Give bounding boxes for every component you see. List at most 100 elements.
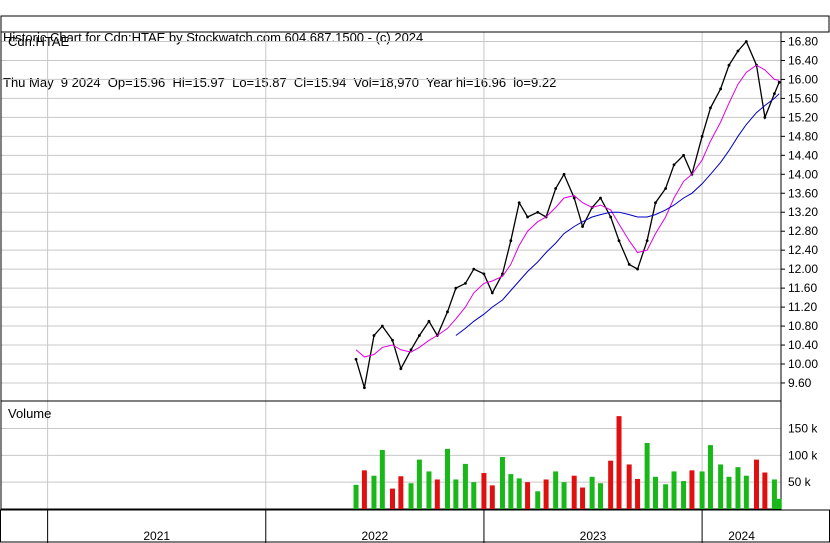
volume-bar bbox=[389, 488, 395, 509]
volume-bar bbox=[489, 485, 495, 509]
volume-bar bbox=[453, 479, 459, 509]
price-tick-label: 10.00 bbox=[788, 357, 818, 371]
volume-label: Volume bbox=[8, 406, 51, 421]
volume-bar bbox=[462, 463, 468, 509]
volume-bar bbox=[699, 471, 705, 509]
price-point bbox=[627, 263, 631, 266]
volume-bar bbox=[553, 471, 559, 509]
price-tick-label: 11.60 bbox=[788, 281, 817, 295]
volume-bar bbox=[416, 459, 422, 509]
year-label: 2024 bbox=[728, 529, 755, 543]
price-point bbox=[454, 286, 458, 290]
volume-bar bbox=[571, 475, 577, 509]
volume-bar bbox=[663, 484, 669, 509]
price-point bbox=[446, 310, 449, 314]
volume-bar bbox=[408, 483, 414, 509]
price-point bbox=[562, 172, 566, 176]
price-point bbox=[672, 163, 676, 167]
volume-bar bbox=[471, 482, 477, 509]
volume-bar bbox=[353, 484, 359, 509]
price-point bbox=[427, 319, 431, 323]
volume-bar bbox=[681, 481, 687, 509]
long-moving-average-line bbox=[455, 93, 780, 336]
volume-panel bbox=[353, 416, 782, 509]
year-label: 2021 bbox=[143, 529, 170, 543]
price-point bbox=[526, 215, 529, 219]
volume-bar bbox=[652, 476, 658, 509]
volume-bar bbox=[776, 498, 782, 509]
price-tick-label: 15.60 bbox=[788, 91, 818, 105]
price-point bbox=[599, 196, 602, 200]
year-label: 2023 bbox=[580, 529, 607, 543]
price-point bbox=[763, 115, 767, 119]
price-tick-label: 13.60 bbox=[788, 186, 818, 200]
price-tick-label: 14.00 bbox=[788, 167, 818, 181]
price-point bbox=[517, 201, 521, 205]
price-point bbox=[482, 272, 486, 276]
volume-bar bbox=[743, 475, 749, 509]
volume-bar bbox=[626, 464, 632, 509]
symbol-label: Cdn:HTAE bbox=[8, 34, 69, 49]
volume-bar bbox=[561, 482, 567, 509]
price-tick-label: 12.80 bbox=[788, 224, 818, 238]
volume-bar bbox=[379, 449, 385, 509]
price-point bbox=[581, 225, 584, 228]
volume-bar bbox=[543, 479, 549, 509]
price-point bbox=[464, 281, 467, 285]
volume-bar bbox=[434, 479, 440, 509]
price-point bbox=[773, 92, 776, 96]
price-point bbox=[609, 215, 613, 219]
volume-bar bbox=[635, 478, 641, 509]
price-point bbox=[472, 267, 476, 271]
volume-tick-label: 150 k bbox=[788, 421, 818, 435]
year-label: 2022 bbox=[362, 529, 389, 543]
volume-bar bbox=[426, 471, 432, 509]
price-point bbox=[636, 267, 639, 271]
volume-bar bbox=[689, 470, 695, 509]
volume-bar bbox=[371, 475, 377, 509]
header-frame bbox=[0, 15, 830, 33]
price-tick-label: 11.20 bbox=[788, 300, 817, 314]
price-point bbox=[363, 386, 366, 390]
year-axis-frame bbox=[0, 509, 830, 543]
price-point bbox=[700, 134, 704, 138]
price-point bbox=[509, 239, 513, 243]
price-point bbox=[372, 334, 376, 337]
short-moving-average-line bbox=[355, 64, 780, 358]
volume-bar bbox=[762, 472, 768, 509]
volume-bar bbox=[597, 483, 603, 509]
volume-bar bbox=[580, 487, 586, 509]
price-point bbox=[409, 348, 413, 352]
price-point bbox=[380, 324, 384, 328]
volume-bar bbox=[481, 473, 487, 509]
grid-lines bbox=[1, 32, 781, 509]
volume-bar bbox=[361, 470, 367, 509]
price-tick-label: 12.00 bbox=[788, 262, 818, 276]
price-point bbox=[617, 239, 621, 243]
volume-bar bbox=[718, 464, 724, 509]
volume-bar bbox=[508, 474, 514, 509]
price-point bbox=[417, 334, 421, 337]
price-point bbox=[736, 49, 740, 53]
price-tick-label: 15.20 bbox=[788, 110, 818, 124]
volume-bar bbox=[726, 476, 732, 509]
volume-bar bbox=[707, 445, 713, 509]
price-point bbox=[536, 210, 540, 214]
volume-bar bbox=[589, 476, 595, 509]
price-point bbox=[664, 187, 668, 190]
volume-bar bbox=[608, 460, 614, 509]
volume-bar bbox=[735, 467, 741, 509]
price-tick-label: 16.80 bbox=[788, 34, 818, 48]
chart-frames bbox=[0, 15, 830, 543]
volume-tick-label: 100 k bbox=[788, 448, 818, 462]
volume-bar bbox=[753, 459, 759, 509]
price-tick-label: 16.00 bbox=[788, 72, 818, 86]
price-point bbox=[399, 367, 403, 371]
volume-tick-label: 50 k bbox=[788, 475, 812, 489]
axes: 2021 2022 2023 2024 16.80 16.40 16.00 15.60 15.2… bbox=[47, 34, 818, 543]
volume-bar bbox=[499, 456, 505, 509]
volume-bar bbox=[516, 478, 522, 509]
price-panel bbox=[354, 40, 781, 390]
stock-chart: 2021 2022 2023 2024 16.80 16.40 16.00 15.60 15.2… bbox=[0, 15, 830, 543]
volume-bar bbox=[444, 448, 450, 509]
